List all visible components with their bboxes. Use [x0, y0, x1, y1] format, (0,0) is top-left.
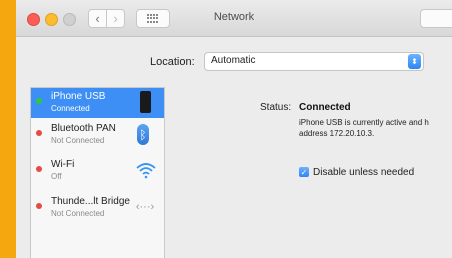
service-item-bluetooth-pan[interactable]: Bluetooth PAN Not Connected ᛒ: [31, 120, 164, 150]
status-value: Connected: [299, 102, 351, 113]
bluetooth-icon: ᛒ: [137, 124, 149, 145]
status-dot-icon: [36, 166, 42, 172]
select-arrows-icon: ⬍: [408, 54, 421, 69]
status-label: Status:: [260, 102, 292, 113]
service-status: Not Connected: [51, 209, 105, 218]
title-bar: ‹ › Network: [16, 0, 452, 37]
search-field[interactable]: [420, 9, 452, 28]
status-description: iPhone USB is currently active and h add…: [299, 118, 429, 138]
status-dot-icon: [36, 98, 42, 104]
disable-unless-needed-checkbox[interactable]: ✓: [299, 167, 309, 177]
location-value: Automatic: [211, 55, 256, 66]
service-status: Off: [51, 172, 62, 181]
service-status: Connected: [51, 104, 90, 113]
service-name: Bluetooth PAN: [51, 123, 116, 134]
service-item-wifi[interactable]: Wi-Fi Off: [31, 156, 164, 186]
service-name: Wi-Fi: [51, 159, 75, 170]
network-preferences-window: ‹ › Network Location: Automatic ⬍ iPhone…: [16, 0, 452, 258]
service-item-iphone-usb[interactable]: iPhone USB Connected: [31, 88, 164, 118]
service-item-thunderbolt-bridge[interactable]: Thunde...lt Bridge Not Connected ‹···›: [31, 193, 164, 223]
status-dot-icon: [36, 130, 42, 136]
service-list: iPhone USB Connected Bluetooth PAN Not C…: [30, 87, 165, 258]
location-select[interactable]: Automatic ⬍: [204, 52, 424, 71]
disable-unless-needed-label[interactable]: Disable unless needed: [313, 167, 414, 178]
location-label: Location:: [150, 56, 195, 68]
wifi-icon: [136, 163, 156, 179]
service-name: iPhone USB: [51, 91, 106, 102]
service-name: Thunde...lt Bridge: [51, 196, 130, 207]
iphone-icon: [140, 91, 151, 113]
window-title: Network: [213, 11, 255, 23]
thunderbolt-bridge-icon: ‹···›: [135, 201, 155, 213]
status-dot-icon: [36, 203, 42, 209]
checkmark-icon: ✓: [300, 167, 308, 177]
service-status: Not Connected: [51, 136, 105, 145]
